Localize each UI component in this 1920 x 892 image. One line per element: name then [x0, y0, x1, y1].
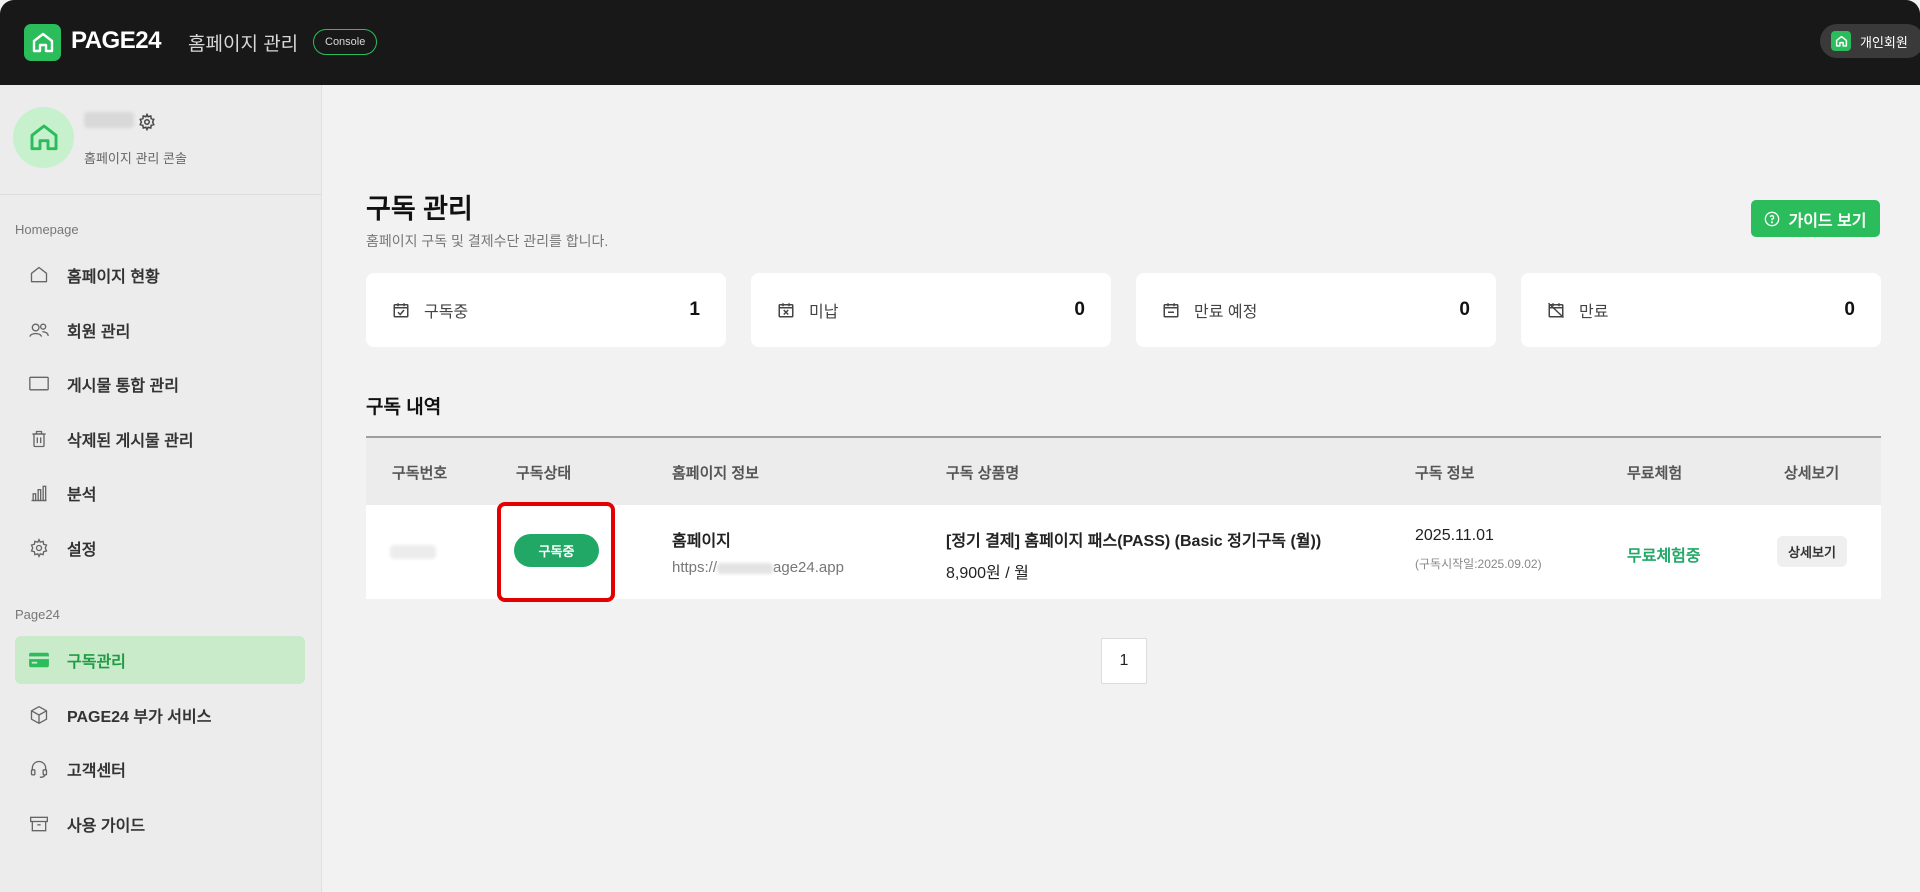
sidebar: 홈페이지 관리 콘솔 Homepage 홈페이지 현황 회원 관리 게시물 통합… — [0, 85, 322, 892]
stat-card-unpaid[interactable]: 미납 0 — [751, 273, 1111, 347]
sidebar-item-label: 구독관리 — [67, 654, 126, 671]
homepage-url[interactable]: https://age24.app — [672, 559, 844, 576]
table-header: 구독번호 구독상태 홈페이지 정보 구독 상품명 구독 정보 무료체험 상세보기 — [366, 436, 1881, 505]
archive-icon — [27, 812, 51, 836]
user-type-label: 개인회원 — [1860, 34, 1908, 50]
trash-icon — [27, 427, 51, 451]
page-title: 구독 관리 — [366, 194, 473, 224]
product-name: [정기 결제] 홈페이지 패스(PASS) (Basic 정기구독 (월)) — [946, 533, 1322, 550]
column-header: 구독 상품명 — [946, 465, 1020, 482]
gear-icon[interactable] — [138, 113, 156, 131]
sidebar-item-customer-center[interactable]: 고객센터 — [15, 745, 305, 793]
sidebar-item-label: 설정 — [67, 542, 97, 559]
section-label-homepage: Homepage — [15, 222, 79, 237]
stat-card-active[interactable]: 구독중 1 — [366, 273, 726, 347]
calendar-x-icon — [778, 303, 794, 318]
sidebar-item-label: 홈페이지 현황 — [67, 269, 160, 286]
subscription-info-cell: 2025.11.01 (구독시작일:2025.09.02) — [1415, 527, 1542, 572]
guide-button[interactable]: 가이드 보기 — [1751, 200, 1880, 237]
stat-value: 0 — [1459, 299, 1470, 320]
monitor-icon — [27, 372, 51, 396]
column-header: 구독번호 — [392, 465, 448, 482]
avatar — [13, 107, 74, 168]
free-trial-status: 무료체험중 — [1627, 548, 1701, 565]
stat-label: 만료 예정 — [1194, 304, 1258, 321]
page-description: 홈페이지 구독 및 결제수단 관리를 합니다. — [366, 233, 609, 249]
column-header: 홈페이지 정보 — [672, 465, 759, 482]
detail-button[interactable]: 상세보기 — [1777, 536, 1847, 567]
pagination-page-1[interactable]: 1 — [1101, 638, 1147, 684]
product-price: 8,900원 / 월 — [946, 565, 1029, 582]
product-cell: [정기 결제] 홈페이지 패스(PASS) (Basic 정기구독 (월)) 8… — [946, 527, 1321, 583]
sidebar-item-label: 분석 — [67, 487, 97, 504]
profile-subtitle: 홈페이지 관리 콘솔 — [84, 151, 187, 166]
user-account-button[interactable]: 개인회원 — [1820, 24, 1920, 58]
subscription-number-blurred — [390, 545, 436, 559]
stat-value: 0 — [1844, 299, 1855, 320]
status-badge[interactable]: 구독중 — [514, 534, 599, 567]
calendar-minus-icon — [1163, 303, 1179, 318]
logo-text[interactable]: PAGE24 — [71, 27, 161, 55]
logo-icon[interactable] — [24, 24, 61, 61]
bar-chart-icon — [27, 481, 51, 505]
sidebar-item-label: 회원 관리 — [67, 324, 131, 341]
sidebar-item-settings[interactable]: 설정 — [15, 524, 305, 572]
sidebar-item-label: 사용 가이드 — [67, 818, 146, 835]
profile-section: 홈페이지 관리 콘솔 — [0, 85, 322, 195]
profile-name-blurred — [84, 112, 134, 128]
homepage-name: 홈페이지 — [672, 533, 731, 550]
subscription-date: 2025.11.01 — [1415, 527, 1494, 544]
stat-card-expired[interactable]: 만료 0 — [1521, 273, 1881, 347]
sidebar-item-addon-services[interactable]: PAGE24 부가 서비스 — [15, 691, 305, 739]
help-circle-icon — [1765, 211, 1780, 226]
calendar-check-icon — [393, 303, 409, 318]
stat-label: 구독중 — [424, 304, 469, 321]
console-badge: Console — [313, 29, 378, 55]
column-header: 구독상태 — [516, 465, 572, 482]
home-icon — [27, 263, 51, 287]
sidebar-item-label: 삭제된 게시물 관리 — [67, 433, 194, 450]
section-label-page24: Page24 — [15, 607, 60, 622]
subscription-start-date: (구독시작일:2025.09.02) — [1415, 557, 1542, 571]
stat-label: 만료 — [1579, 304, 1609, 321]
sidebar-item-members[interactable]: 회원 관리 — [15, 306, 305, 354]
calendar-off-icon — [1547, 302, 1565, 319]
box-icon — [27, 703, 51, 727]
guide-button-label: 가이드 보기 — [1788, 212, 1867, 230]
app-title: 홈페이지 관리 — [188, 34, 299, 55]
top-bar: PAGE24 홈페이지 관리 Console 개인회원 — [0, 0, 1920, 85]
sidebar-item-homepage-status[interactable]: 홈페이지 현황 — [15, 251, 305, 299]
stat-card-expiring[interactable]: 만료 예정 0 — [1136, 273, 1496, 347]
sidebar-item-analytics[interactable]: 분석 — [15, 469, 305, 517]
column-header: 상세보기 — [1784, 465, 1840, 482]
sidebar-item-deleted-posts[interactable]: 삭제된 게시물 관리 — [15, 415, 305, 463]
gear-icon — [27, 536, 51, 560]
sidebar-item-label: PAGE24 부가 서비스 — [67, 709, 212, 726]
sidebar-item-label: 게시물 통합 관리 — [67, 378, 179, 395]
home-icon — [1831, 31, 1851, 51]
headset-icon — [27, 757, 51, 781]
sidebar-item-label: 고객센터 — [67, 763, 126, 780]
column-header: 구독 정보 — [1415, 465, 1475, 482]
section-title-subscriptions: 구독 내역 — [366, 397, 442, 418]
sidebar-item-user-guide[interactable]: 사용 가이드 — [15, 800, 305, 848]
stat-value: 1 — [689, 299, 700, 320]
stat-value: 0 — [1074, 299, 1085, 320]
sidebar-item-subscription[interactable]: 구독관리 — [15, 636, 305, 684]
sidebar-item-posts[interactable]: 게시물 통합 관리 — [15, 360, 305, 408]
credit-card-icon — [27, 648, 51, 672]
homepage-info-cell: 홈페이지 https://age24.app — [672, 527, 844, 576]
stat-label: 미납 — [809, 304, 839, 321]
column-header: 무료체험 — [1627, 465, 1683, 482]
users-icon — [27, 318, 51, 342]
